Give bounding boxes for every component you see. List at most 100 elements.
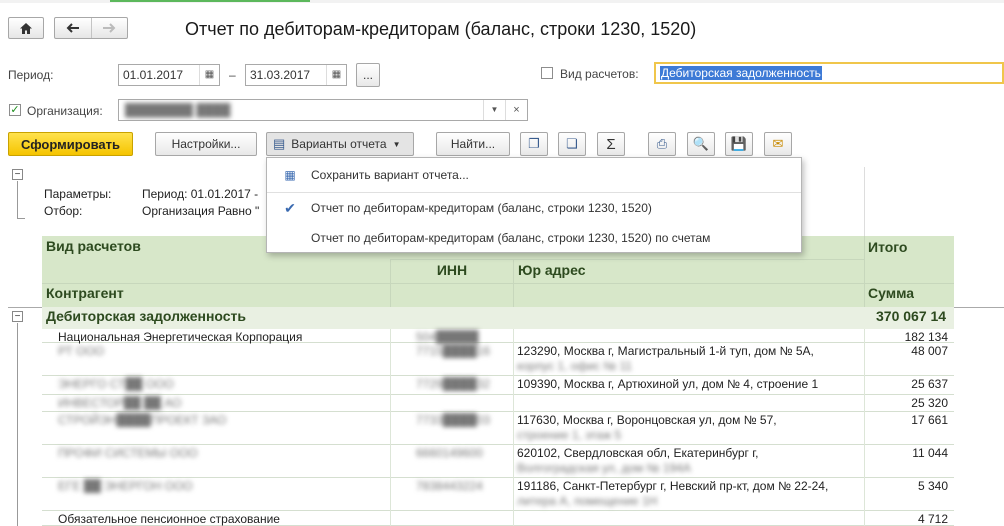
save-icon: 💾 [730,136,748,151]
counterparty-address: 123290, Москва г, Магистральный 1-й туп,… [517,344,814,358]
counterparty-name: РТ ООО [58,344,105,358]
organization-field[interactable]: ████████ ████ ▼ × [118,99,528,121]
counterparty-inn: 6660149600 [416,446,483,460]
col-header-amount: Сумма [868,285,915,301]
print-icon: ⎙ [656,136,668,151]
page-title: Отчет по дебиторам-кредиторам (баланс, с… [185,19,697,39]
settlement-type-field[interactable]: Дебиторская задолженность [654,62,1004,84]
counterparty-inn: 7838443224 [416,479,483,493]
history-nav [54,17,128,39]
counterparty-address: 117630, Москва г, Воронцовская ул, дом №… [517,413,777,427]
mail-icon: ✉ [772,136,784,151]
menu-item-label: Отчет по дебиторам-кредиторам (баланс, с… [311,201,652,215]
arrow-right-icon [103,23,116,33]
date-to-value: 31.03.2017 [250,68,311,82]
clear-icon[interactable]: × [505,100,527,120]
save-variant-icon: ▦ [284,168,296,182]
group-total: 370 067 14 [876,308,947,324]
back-button[interactable] [55,18,92,38]
dropdown-arrow-icon[interactable]: ▼ [483,100,505,120]
counterparty-name: ЕГЕ ██ ЭНЕРГОН ООО [58,479,193,493]
settings-button[interactable]: Настройки... [155,132,257,156]
counterparty-amount: 4 712 [917,512,948,526]
copy-all-button[interactable]: ❏ [558,132,586,156]
forward-button[interactable] [92,18,128,38]
save-button[interactable]: 💾 [725,132,753,156]
counterparty-address-line2: корпус 1, офис № 11 [517,359,633,373]
counterparty-amount: 182 134 [904,330,948,344]
period-select-button[interactable]: ... [356,63,380,87]
copy-report-icon: ❐ [528,136,540,151]
find-button[interactable]: Найти... [436,132,510,156]
counterparty-address: 191186, Санкт-Петербург г, Невский пр-кт… [517,479,829,493]
settlement-type-label: Вид расчетов: [560,67,639,81]
calendar-icon[interactable]: ▦ [199,65,219,85]
collapse-toggle-group[interactable]: − [12,311,23,322]
column-divider [864,329,865,526]
counterparty-amount: 17 661 [911,413,948,427]
counterparty-inn: 7733████03 [416,413,491,427]
filter-value: Организация Равно " [142,204,260,218]
home-button[interactable] [8,17,44,39]
params-label: Параметры: [44,187,112,201]
counterparty-name: ЭНЕРГО СТ██ ООО [58,377,174,391]
preview-icon: 🔍 [692,136,710,151]
counterparty-address: 109390, Москва г, Артюхиной ул, дом № 4,… [517,377,819,391]
counterparty-amount: 11 044 [912,446,948,460]
active-tab-indicator [110,0,310,2]
period-label: Период: [8,68,54,82]
settlement-type-checkbox[interactable] [541,67,553,79]
counterparty-name: СТРОЙЭН████ПРОЕКТ ЗАО [58,413,227,427]
counterparty-name: ИНВЕСТОР██ ██ АО [58,396,182,410]
counterparty-inn: 7729████32 [416,377,491,391]
print-button[interactable]: ⎙ [648,132,676,156]
menu-item-variant-by-accounts[interactable]: Отчет по дебиторам-кредиторам (баланс, с… [267,224,801,252]
col-header-address: Юр адрес [518,262,586,278]
params-value: Период: 01.01.2017 - [142,187,259,201]
counterparty-amount: 25 320 [911,396,948,410]
group-label: Дебиторская задолженность [46,308,247,324]
col-header-inn: ИНН [436,262,468,278]
col-header-total: Итого [868,239,908,255]
copy-all-icon: ❏ [566,136,578,151]
organization-checkbox[interactable]: ✓ [9,104,21,116]
report-variants-icon: ▤ [273,136,286,151]
generate-button[interactable]: Сформировать [8,132,133,156]
mail-button[interactable]: ✉ [764,132,792,156]
chevron-down-icon: ▼ [392,139,401,149]
date-from-field[interactable]: 01.01.2017 ▦ [118,64,220,86]
counterparty-address-line2: Волгоградская ул, дом № 194А [517,461,691,475]
organization-value: ████████ ████ [125,103,231,117]
filter-label: Отбор: [44,204,83,218]
menu-item-save-variant[interactable]: ▦ Сохранить вариант отчета... [267,161,801,189]
report-variants-button[interactable]: ▤ Варианты отчета ▼ [266,132,414,156]
counterparty-address-line2: строение 1, этаж 5 [517,428,622,442]
counterparty-name: Обязательное пенсионное страхование [58,512,280,526]
home-icon [20,22,32,34]
preview-button[interactable]: 🔍 [687,132,715,156]
counterparty-name: ПРОФИ СИСТЕМЫ ООО [58,446,198,460]
calendar-icon[interactable]: ▦ [326,65,346,85]
menu-item-label: Отчет по дебиторам-кредиторам (баланс, с… [311,231,711,245]
organization-label: Организация: [27,104,103,118]
copy-report-button[interactable]: ❐ [520,132,548,156]
date-to-field[interactable]: 31.03.2017 ▦ [245,64,347,86]
settlement-type-value: Дебиторская задолженность [660,66,822,80]
report-variants-label: Варианты отчета [291,137,387,151]
counterparty-amount: 25 637 [911,377,948,391]
menu-item-variant-default[interactable]: ✔ Отчет по дебиторам-кредиторам (баланс,… [267,194,801,222]
counterparty-amount: 5 340 [917,479,948,493]
column-divider [390,329,391,526]
menu-item-label: Сохранить вариант отчета... [311,168,469,182]
column-divider [513,329,514,526]
checkmark-icon: ✔ [284,199,296,216]
arrow-left-icon [66,23,79,33]
counterparty-inn: 7715████16 [416,344,491,358]
sum-button[interactable]: Σ [597,132,625,156]
counterparty-inn: 504█████ [416,330,479,344]
counterparty-address-line2: литера А, помещение 1Н [517,494,658,508]
counterparty-name: Национальная Энергетическая Корпорация [58,330,303,344]
col-header-settlement-type: Вид расчетов [46,238,141,254]
counterparty-amount: 48 007 [911,344,948,358]
collapse-toggle-params[interactable]: − [12,169,23,180]
